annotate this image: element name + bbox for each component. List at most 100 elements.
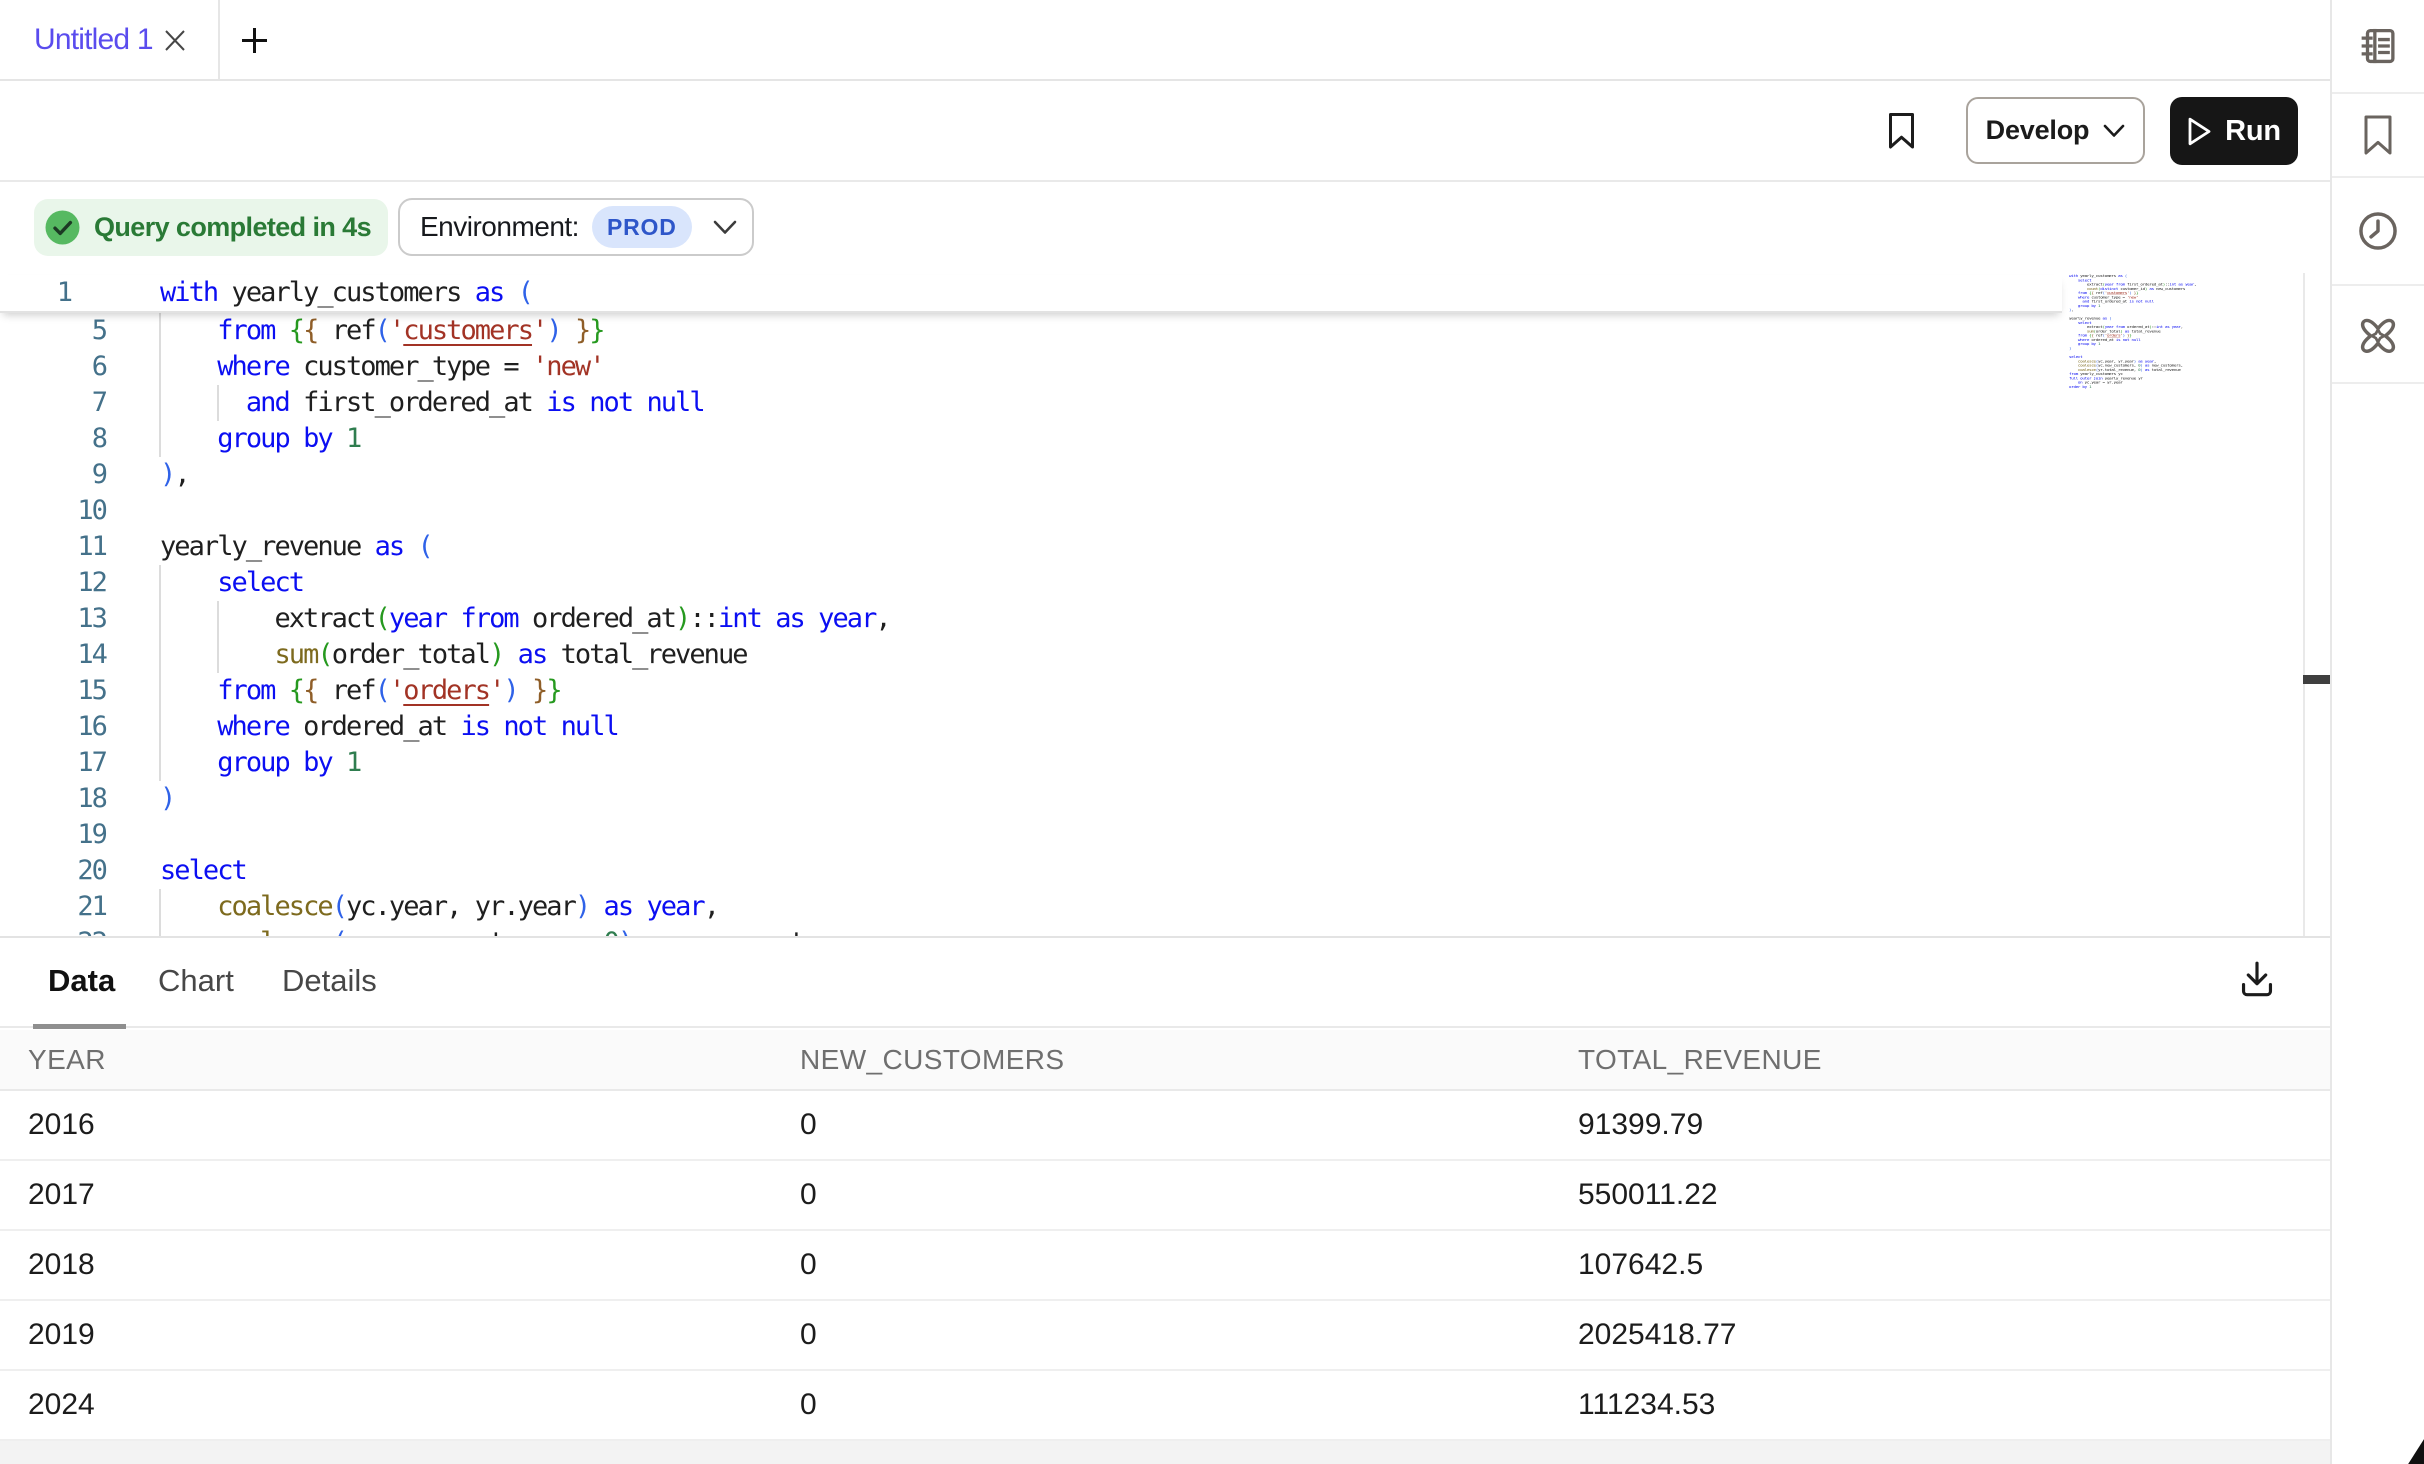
line-number: 21 [0, 889, 106, 925]
code-text: group by 1 [160, 745, 360, 781]
chevron-down-icon [2103, 124, 2125, 138]
table-row-2024[interactable]: 20240111234.53 [0, 1371, 2330, 1441]
table-cell: 0 [800, 1371, 817, 1439]
line-number: 22 [0, 925, 106, 936]
tab-untitled-1[interactable]: Untitled 1 [0, 0, 220, 79]
line-number: 15 [0, 673, 106, 709]
sidebar-item-notebook[interactable] [2332, 0, 2424, 94]
line-number: 12 [0, 565, 106, 601]
code-text: coalesce(yc.year, yr.year) as year, [160, 889, 718, 925]
line-number: 18 [0, 781, 106, 817]
code-line-20[interactable]: 20select [0, 853, 2300, 889]
line-number: 14 [0, 637, 106, 673]
table-row-2017[interactable]: 20170550011.22 [0, 1161, 2330, 1231]
code-line-5[interactable]: 5 from {{ ref('customers') }} [0, 313, 2300, 349]
query-status-text: Query completed in 4s [94, 212, 371, 243]
code-line-12[interactable]: 12 select [0, 565, 2300, 601]
editor-scrollbar[interactable] [2303, 273, 2330, 936]
code-text: extract(year from ordered_at)::int as ye… [160, 601, 890, 637]
code-line-16[interactable]: 16 where ordered_at is not null [0, 709, 2300, 745]
tab-title: Untitled 1 [34, 0, 153, 79]
code-line-10[interactable]: 10 [0, 493, 2300, 529]
sidebar-item-history[interactable] [2332, 178, 2424, 286]
code-text: select [160, 565, 303, 601]
minimap[interactable]: with yearly_customers as ( select extrac… [2069, 274, 2199, 404]
code-text: group by 1 [160, 421, 360, 457]
code-line-11[interactable]: 11yearly_revenue as ( [0, 529, 2300, 565]
table-cell: 111234.53 [1578, 1371, 1715, 1439]
table-cell: 91399.79 [1578, 1091, 1703, 1159]
column-header-year[interactable]: YEAR [28, 1030, 106, 1089]
table-row-2016[interactable]: 2016091399.79 [0, 1091, 2330, 1161]
table-body: 2016091399.7920170550011.2220180107642.5… [0, 1091, 2330, 1441]
notebook-icon [2357, 25, 2399, 67]
code-text: ) [160, 781, 174, 817]
minimap-code: with yearly_customers as ( select extrac… [2069, 274, 2089, 389]
run-button-label: Run [2225, 115, 2281, 148]
line-number: 7 [0, 385, 106, 421]
check-circle-icon [45, 210, 80, 245]
plus-icon[interactable] [241, 27, 268, 54]
play-icon [2187, 116, 2212, 147]
editor-scrollbar-marker[interactable] [2303, 675, 2330, 684]
sticky-line: 1 with yearly_customers as ( [0, 275, 2062, 313]
table-cell: 0 [800, 1301, 817, 1369]
tab-details[interactable]: Details [282, 936, 377, 1026]
sidebar-item-bookmarks[interactable] [2332, 94, 2424, 178]
code-editor[interactable]: 5 from {{ ref('customers') }}6 where cus… [0, 182, 2330, 936]
line-number: 10 [0, 493, 106, 529]
history-icon [2356, 209, 2400, 253]
code-line-19[interactable]: 19 [0, 817, 2300, 853]
bookmark-icon[interactable] [1888, 112, 1915, 150]
environment-value: PROD [607, 214, 677, 241]
code-text: where customer_type = 'new' [160, 349, 604, 385]
environment-value-badge: PROD [592, 206, 692, 248]
column-header-new-customers[interactable]: NEW_CUSTOMERS [800, 1030, 1065, 1089]
line-number: 17 [0, 745, 106, 781]
code-text: where ordered_at is not null [160, 709, 618, 745]
code-line-8[interactable]: 8 group by 1 [0, 421, 2300, 457]
close-icon[interactable] [164, 29, 186, 52]
line-number: 19 [0, 817, 106, 853]
table-cell: 0 [800, 1091, 817, 1159]
table-cell: 0 [800, 1161, 817, 1229]
table-cell: 2018 [28, 1231, 95, 1299]
tab-bar: Untitled 1 [0, 0, 2330, 81]
table-row-2019[interactable]: 201902025418.77 [0, 1301, 2330, 1371]
column-header-total-revenue[interactable]: TOTAL_REVENUE [1578, 1030, 1822, 1089]
code-line-21[interactable]: 21 coalesce(yc.year, yr.year) as year, [0, 889, 2300, 925]
code-text: yearly_revenue as ( [160, 529, 432, 565]
code-line-14[interactable]: 14 sum(order_total) as total_revenue [0, 637, 2300, 673]
tab-data[interactable]: Data [48, 936, 115, 1026]
code-line-7[interactable]: 7 and first_ordered_at is not null [0, 385, 2300, 421]
code-text: from {{ ref('customers') }} [160, 313, 604, 349]
download-icon[interactable] [2238, 958, 2276, 1000]
table-footer-strip [0, 1441, 2330, 1464]
table-cell: 2017 [28, 1161, 95, 1229]
code-line-15[interactable]: 15 from {{ ref('orders') }} [0, 673, 2300, 709]
sidebar-item-copilot[interactable] [2332, 286, 2424, 384]
run-button[interactable]: Run [2170, 97, 2298, 165]
code-line-6[interactable]: 6 where customer_type = 'new' [0, 349, 2300, 385]
copilot-icon [2356, 312, 2400, 356]
code-line-13[interactable]: 13 extract(year from ordered_at)::int as… [0, 601, 2300, 637]
table-cell: 2019 [28, 1301, 95, 1369]
sticky-line-number: 1 [0, 275, 71, 311]
code-line-9[interactable]: 9), [0, 457, 2300, 493]
code-line-22[interactable]: 22 coalesce(yc.new_customers, 0) as new_… [0, 925, 2300, 936]
line-number: 20 [0, 853, 106, 889]
app-window: Untitled 1 Develop [0, 0, 2424, 1464]
develop-button-label: Develop [1986, 115, 2090, 146]
environment-selector[interactable]: Environment: PROD [398, 198, 754, 256]
code-line-18[interactable]: 18) [0, 781, 2300, 817]
table-row-2018[interactable]: 20180107642.5 [0, 1231, 2330, 1301]
code-text: ), [160, 457, 189, 493]
code-line-17[interactable]: 17 group by 1 [0, 745, 2300, 781]
develop-button[interactable]: Develop [1966, 97, 2145, 164]
code-text: sum(order_total) as total_revenue [160, 637, 747, 673]
environment-label: Environment: [420, 211, 579, 243]
chevron-down-icon [713, 220, 737, 235]
table-cell: 107642.5 [1578, 1231, 1703, 1299]
query-status-badge: Query completed in 4s [34, 199, 388, 256]
tab-chart[interactable]: Chart [158, 936, 234, 1026]
